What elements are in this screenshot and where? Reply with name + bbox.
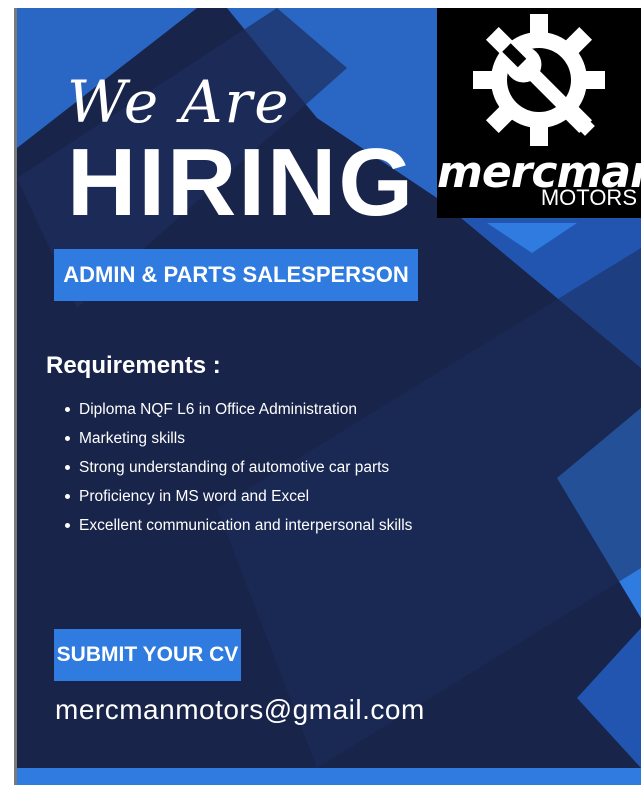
list-item: Strong understanding of automotive car p… (65, 453, 412, 482)
position-badge: ADMIN & PARTS SALESPERSON (54, 249, 418, 301)
list-item: Excellent communication and interpersona… (65, 511, 412, 540)
hiring-poster: We Are HIRING ADMIN & PARTS SALESPERSON … (17, 8, 641, 785)
requirements-list: Diploma NQF L6 in Office Administration … (65, 395, 412, 540)
gear-wrench-icon (473, 14, 605, 146)
list-item: Marketing skills (65, 424, 412, 453)
script-title: We Are (67, 68, 291, 136)
bottom-accent-bar (17, 768, 641, 785)
list-item: Proficiency in MS word and Excel (65, 482, 412, 511)
logo-subtitle: MOTORS (540, 185, 637, 210)
hiring-title: HIRING (67, 129, 415, 236)
requirements-heading: Requirements : (46, 352, 221, 379)
list-item: Diploma NQF L6 in Office Administration (65, 395, 412, 424)
logo: mercman MOTORS (437, 8, 641, 218)
submit-cv-badge: SUBMIT YOUR CV (54, 629, 241, 681)
contact-email: mercmanmotors@gmail.com (55, 694, 425, 725)
